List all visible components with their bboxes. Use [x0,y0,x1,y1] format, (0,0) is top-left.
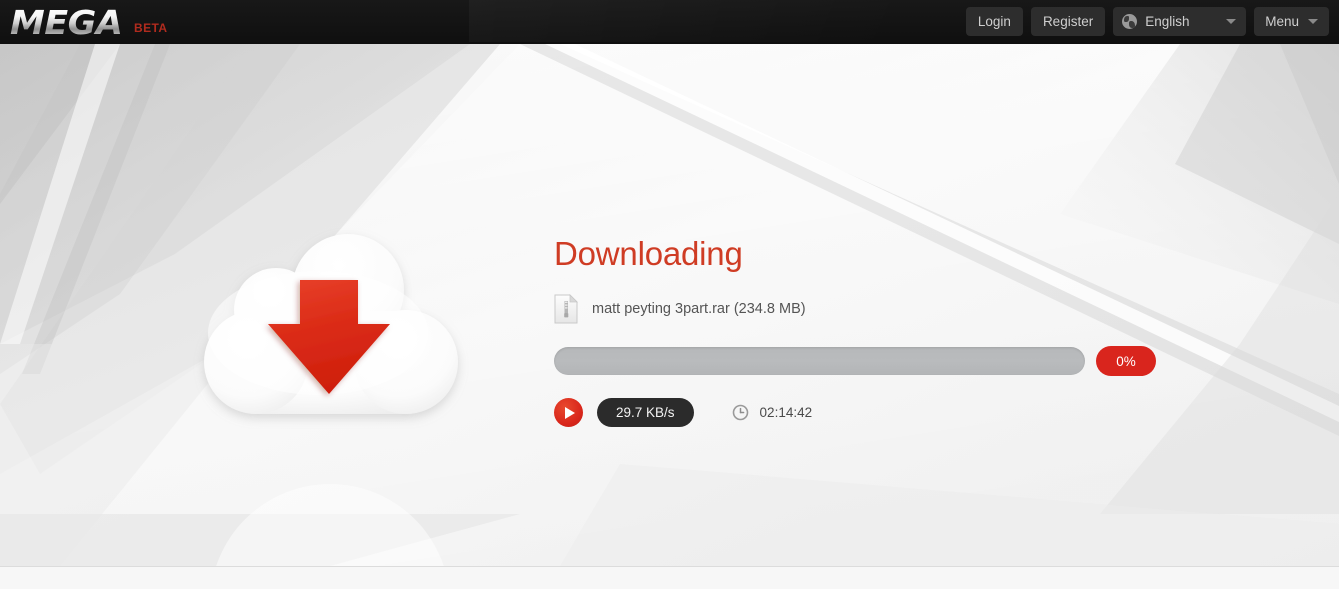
clock-icon [732,404,748,421]
register-button-label: Register [1042,14,1094,29]
cloud-download-icon [204,234,458,414]
language-selector-label: English [1145,14,1190,29]
footer-divider-strip [0,566,1339,589]
page-title: Downloading [554,235,743,272]
progress-bar [554,347,1085,376]
cloud-download-illustration [178,228,483,438]
top-header-bar: MEGA BETA Login Register English Menu [0,0,1339,44]
login-button-label: Login [977,14,1011,29]
transfer-speed-badge: 29.7 KB/s [597,398,694,428]
chevron-down-icon [1308,19,1318,24]
download-panel: Downloading matt peyting 3part.rar (234.… [554,235,1174,428]
play-icon [565,406,575,419]
login-button[interactable]: Login [965,7,1023,36]
chevron-down-icon [1226,19,1237,24]
mega-logo-text: MEGA [10,6,127,39]
brand-logo[interactable]: MEGA BETA [10,0,167,44]
file-name-label: matt peyting 3part.rar (234.8 MB) [592,301,806,318]
time-remaining-group: 02:14:42 [732,404,813,421]
progress-row: 0% [554,346,1174,377]
globe-icon [1122,14,1138,29]
menu-button-label: Menu [1265,14,1299,29]
register-button[interactable]: Register [1030,7,1106,36]
beta-badge: BETA [134,21,168,35]
language-selector[interactable]: English [1113,7,1247,36]
time-remaining-label: 02:14:42 [759,405,813,421]
archive-file-icon [554,294,578,324]
transfer-controls-row: 29.7 KB/s 02:14:42 [554,398,1174,428]
menu-button[interactable]: Menu [1254,7,1329,36]
progress-percent-badge: 0% [1096,346,1156,377]
file-info-row: matt peyting 3part.rar (234.8 MB) [554,294,1174,324]
header-controls: Login Register English Menu [965,7,1329,36]
play-pause-button[interactable] [554,398,583,428]
